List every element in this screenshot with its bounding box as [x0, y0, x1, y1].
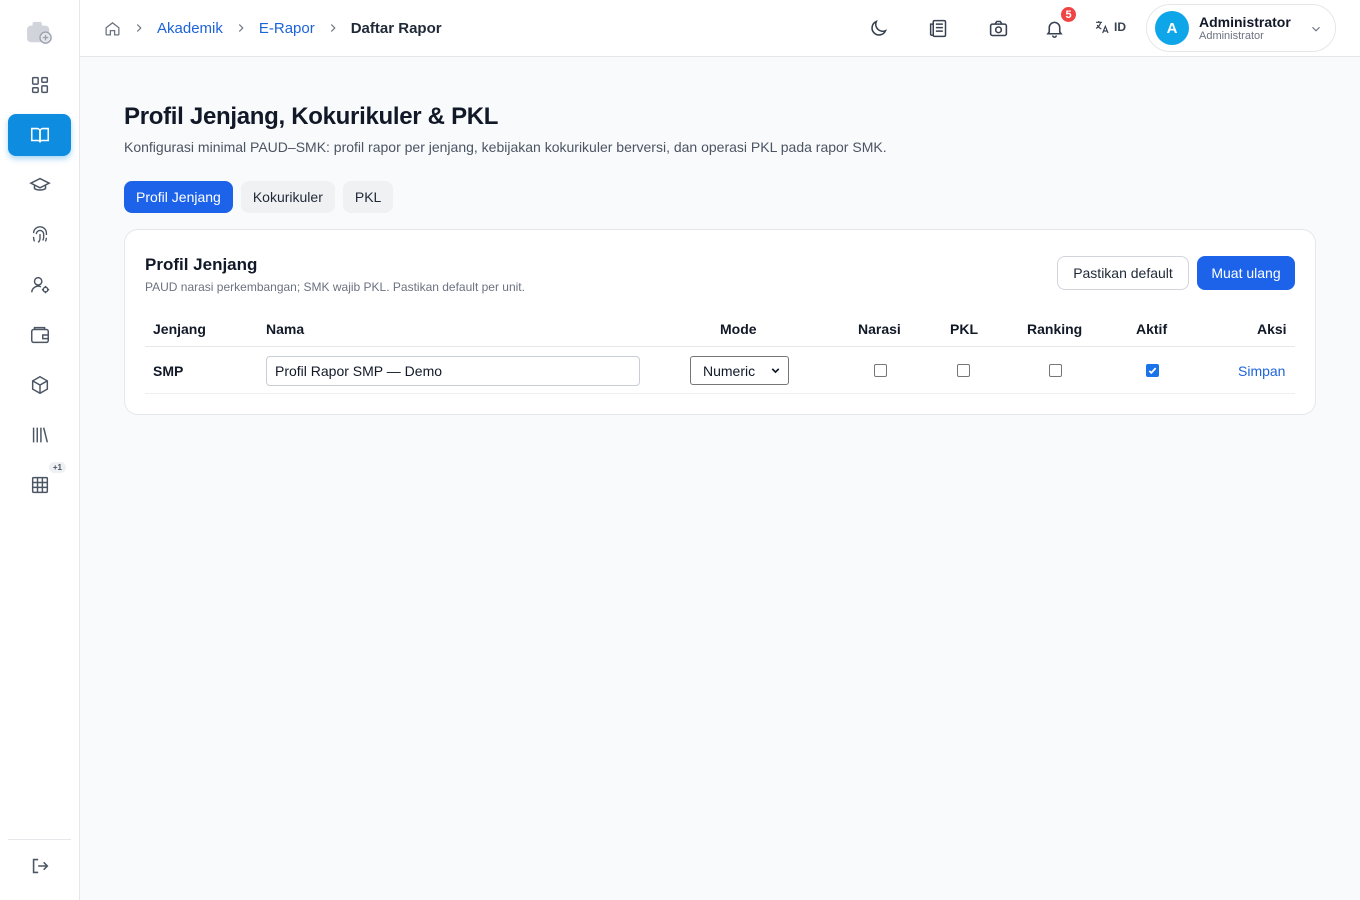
sidebar-item-user-settings[interactable]: [8, 264, 71, 306]
user-role: Administrator: [1199, 29, 1264, 42]
notification-count-badge: 5: [1059, 5, 1078, 24]
box-icon: [31, 375, 48, 395]
narasi-checkbox[interactable]: [874, 364, 887, 377]
sidebar-divider: [8, 839, 71, 840]
dark-mode-toggle[interactable]: [866, 16, 890, 40]
breadcrumb: Akademik E-Rapor Daftar Rapor: [104, 18, 442, 38]
avatar: A: [1155, 11, 1189, 45]
table-row: SMP Numeric Simpan: [145, 347, 1295, 394]
sidebar-item-finance[interactable]: [8, 314, 71, 356]
card-title: Profil Jenjang: [145, 255, 258, 274]
table-header-row: Jenjang Nama Mode Narasi PKL Ranking Akt…: [145, 314, 1295, 347]
profil-jenjang-card: Profil Jenjang PAUD narasi perkembangan;…: [124, 229, 1316, 415]
language-switcher[interactable]: ID: [1094, 19, 1126, 35]
nama-input[interactable]: [266, 355, 640, 386]
page-subtitle: Konfigurasi minimal PAUD–SMK: profil rap…: [124, 139, 887, 155]
logout-icon: [32, 858, 48, 874]
sidebar-item-inventory[interactable]: [8, 364, 71, 406]
reload-button[interactable]: Muat ulang: [1197, 256, 1295, 290]
camera-plus-logo-icon[interactable]: [25, 20, 55, 46]
aktif-checkbox[interactable]: [1146, 364, 1159, 377]
sidebar-item-attendance[interactable]: [8, 214, 71, 256]
tab-bar: Profil Jenjang Kokurikuler PKL: [124, 181, 394, 213]
chevron-right-icon: [132, 21, 146, 35]
sidebar-item-dashboard[interactable]: [8, 64, 71, 106]
sidebar-item-students[interactable]: [8, 164, 71, 206]
wallet-icon: [30, 326, 49, 344]
column-header-aktif: Aktif: [1136, 321, 1168, 337]
breadcrumb-link-erapor[interactable]: E-Rapor: [259, 20, 315, 37]
chevron-right-icon: [326, 21, 340, 35]
top-header: Akademik E-Rapor Daftar Rapor 5 ID A Adm…: [80, 0, 1360, 57]
ranking-checkbox[interactable]: [1049, 364, 1062, 377]
user-name: Administrator: [1199, 13, 1291, 30]
home-icon[interactable]: [104, 20, 121, 37]
tab-profil-jenjang[interactable]: Profil Jenjang: [124, 181, 233, 213]
breadcrumb-current: Daftar Rapor: [350, 19, 442, 37]
mode-select[interactable]: Numeric: [690, 356, 789, 385]
sidebar-item-more[interactable]: +1: [8, 462, 71, 506]
mode-selected-value: Numeric: [703, 362, 756, 379]
card-subtitle: PAUD narasi perkembangan; SMK wajib PKL.…: [145, 280, 525, 294]
moon-icon: [870, 19, 887, 36]
save-link[interactable]: Simpan: [1238, 347, 1285, 394]
tab-pkl[interactable]: PKL: [342, 181, 394, 213]
dashboard-grid-icon: [31, 76, 48, 94]
column-header-nama: Nama: [266, 321, 305, 337]
column-header-aksi: Aksi: [1257, 321, 1287, 337]
check-icon: [1148, 367, 1157, 375]
column-header-jenjang: Jenjang: [153, 321, 206, 337]
table-grid-icon: [31, 476, 48, 494]
chevron-down-icon: [771, 368, 780, 374]
tab-kokurikuler[interactable]: Kokurikuler: [240, 181, 335, 213]
ensure-default-button[interactable]: Pastikan default: [1057, 256, 1189, 290]
chevron-down-icon: [1309, 22, 1323, 36]
sidebar-item-academic[interactable]: [8, 114, 71, 156]
sidebar: +1: [0, 0, 80, 900]
logout-button[interactable]: [8, 845, 71, 887]
profile-table: Jenjang Nama Mode Narasi PKL Ranking Akt…: [145, 314, 1295, 394]
column-header-mode: Mode: [720, 321, 757, 337]
language-code: ID: [1114, 20, 1126, 34]
newspaper-icon: [929, 19, 946, 37]
page-title: Profil Jenjang, Kokurikuler & PKL: [124, 103, 499, 130]
fingerprint-icon: [32, 226, 47, 243]
pkl-checkbox[interactable]: [957, 364, 970, 377]
user-menu[interactable]: A Administrator Administrator: [1146, 4, 1336, 52]
cell-jenjang: SMP: [153, 362, 184, 379]
more-count-badge: +1: [48, 462, 66, 473]
column-header-narasi: Narasi: [858, 321, 901, 337]
library-icon: [32, 427, 48, 443]
translate-icon: [1095, 21, 1109, 34]
graduation-cap-icon: [28, 177, 51, 191]
camera-icon: [989, 20, 1007, 36]
user-gear-icon: [30, 276, 49, 294]
sidebar-item-library[interactable]: [8, 414, 71, 456]
screenshot-button[interactable]: [986, 16, 1010, 40]
chevron-right-icon: [234, 21, 248, 35]
news-button[interactable]: [926, 16, 950, 40]
column-header-pkl: PKL: [950, 321, 978, 337]
open-book-icon: [30, 127, 49, 143]
column-header-ranking: Ranking: [1027, 321, 1083, 337]
breadcrumb-link-akademik[interactable]: Akademik: [157, 20, 223, 37]
